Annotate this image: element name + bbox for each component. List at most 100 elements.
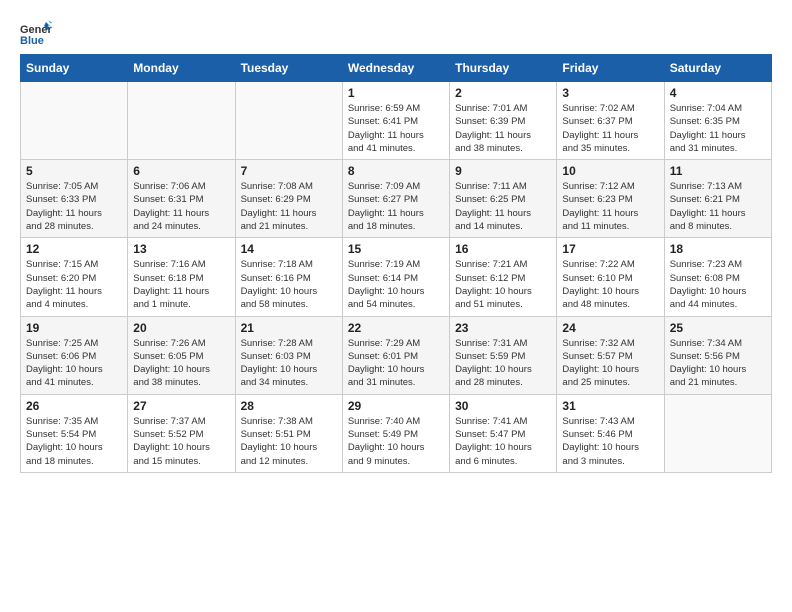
day-info: Sunrise: 7:09 AM Sunset: 6:27 PM Dayligh…: [348, 180, 444, 233]
day-info: Sunrise: 7:04 AM Sunset: 6:35 PM Dayligh…: [670, 102, 766, 155]
day-info: Sunrise: 7:43 AM Sunset: 5:46 PM Dayligh…: [562, 415, 658, 468]
col-header-sunday: Sunday: [21, 55, 128, 82]
day-number: 23: [455, 321, 551, 335]
day-info: Sunrise: 7:19 AM Sunset: 6:14 PM Dayligh…: [348, 258, 444, 311]
day-info: Sunrise: 7:23 AM Sunset: 6:08 PM Dayligh…: [670, 258, 766, 311]
day-number: 15: [348, 242, 444, 256]
col-header-monday: Monday: [128, 55, 235, 82]
day-number: 8: [348, 164, 444, 178]
col-header-thursday: Thursday: [450, 55, 557, 82]
col-header-tuesday: Tuesday: [235, 55, 342, 82]
day-info: Sunrise: 7:08 AM Sunset: 6:29 PM Dayligh…: [241, 180, 337, 233]
day-info: Sunrise: 7:02 AM Sunset: 6:37 PM Dayligh…: [562, 102, 658, 155]
calendar-cell: 17 Sunrise: 7:22 AM Sunset: 6:10 PM Dayli…: [557, 238, 664, 316]
calendar-cell: [21, 82, 128, 160]
svg-text:Blue: Blue: [20, 35, 44, 47]
calendar-cell: [664, 394, 771, 472]
day-number: 26: [26, 399, 122, 413]
calendar-cell: 31 Sunrise: 7:43 AM Sunset: 5:46 PM Dayli…: [557, 394, 664, 472]
day-number: 10: [562, 164, 658, 178]
day-number: 28: [241, 399, 337, 413]
day-info: Sunrise: 7:01 AM Sunset: 6:39 PM Dayligh…: [455, 102, 551, 155]
calendar-cell: 23 Sunrise: 7:31 AM Sunset: 5:59 PM Dayli…: [450, 316, 557, 394]
day-info: Sunrise: 7:16 AM Sunset: 6:18 PM Dayligh…: [133, 258, 229, 311]
calendar-cell: 4Sunrise: 7:04 AM Sunset: 6:35 PM Daylig…: [664, 82, 771, 160]
day-number: 16: [455, 242, 551, 256]
day-number: 18: [670, 242, 766, 256]
day-number: 31: [562, 399, 658, 413]
day-info: Sunrise: 7:26 AM Sunset: 6:05 PM Dayligh…: [133, 337, 229, 390]
day-number: 9: [455, 164, 551, 178]
day-number: 24: [562, 321, 658, 335]
calendar-cell: 30 Sunrise: 7:41 AM Sunset: 5:47 PM Dayli…: [450, 394, 557, 472]
col-header-friday: Friday: [557, 55, 664, 82]
col-header-saturday: Saturday: [664, 55, 771, 82]
day-info: Sunrise: 7:12 AM Sunset: 6:23 PM Dayligh…: [562, 180, 658, 233]
day-info: Sunrise: 7:31 AM Sunset: 5:59 PM Dayligh…: [455, 337, 551, 390]
day-info: Sunrise: 7:32 AM Sunset: 5:57 PM Dayligh…: [562, 337, 658, 390]
day-info: Sunrise: 7:40 AM Sunset: 5:49 PM Dayligh…: [348, 415, 444, 468]
calendar-cell: 5 Sunrise: 7:05 AM Sunset: 6:33 PM Daylig…: [21, 160, 128, 238]
day-info: Sunrise: 7:35 AM Sunset: 5:54 PM Dayligh…: [26, 415, 122, 468]
day-info: Sunrise: 7:34 AM Sunset: 5:56 PM Dayligh…: [670, 337, 766, 390]
calendar-week-row: 19 Sunrise: 7:25 AM Sunset: 6:06 PM Dayli…: [21, 316, 772, 394]
calendar-cell: 15 Sunrise: 7:19 AM Sunset: 6:14 PM Dayli…: [342, 238, 449, 316]
day-info: Sunrise: 7:15 AM Sunset: 6:20 PM Dayligh…: [26, 258, 122, 311]
calendar-cell: 21 Sunrise: 7:28 AM Sunset: 6:03 PM Dayli…: [235, 316, 342, 394]
calendar-cell: 25 Sunrise: 7:34 AM Sunset: 5:56 PM Dayli…: [664, 316, 771, 394]
day-info: Sunrise: 7:13 AM Sunset: 6:21 PM Dayligh…: [670, 180, 766, 233]
calendar-cell: 24 Sunrise: 7:32 AM Sunset: 5:57 PM Dayli…: [557, 316, 664, 394]
day-info: Sunrise: 7:28 AM Sunset: 6:03 PM Dayligh…: [241, 337, 337, 390]
calendar-week-row: 1 Sunrise: 6:59 AM Sunset: 6:41 PM Daylig…: [21, 82, 772, 160]
day-number: 13: [133, 242, 229, 256]
day-info: Sunrise: 7:05 AM Sunset: 6:33 PM Dayligh…: [26, 180, 122, 233]
logo: General Blue: [20, 20, 52, 48]
col-header-wednesday: Wednesday: [342, 55, 449, 82]
day-number: 21: [241, 321, 337, 335]
calendar-cell: 1 Sunrise: 6:59 AM Sunset: 6:41 PM Daylig…: [342, 82, 449, 160]
day-number: 17: [562, 242, 658, 256]
day-info: Sunrise: 7:41 AM Sunset: 5:47 PM Dayligh…: [455, 415, 551, 468]
day-number: 27: [133, 399, 229, 413]
calendar-cell: 8 Sunrise: 7:09 AM Sunset: 6:27 PM Daylig…: [342, 160, 449, 238]
calendar-cell: 3Sunrise: 7:02 AM Sunset: 6:37 PM Daylig…: [557, 82, 664, 160]
header: General Blue: [20, 20, 772, 48]
calendar-cell: 29 Sunrise: 7:40 AM Sunset: 5:49 PM Dayli…: [342, 394, 449, 472]
calendar-cell: 27Sunrise: 7:37 AM Sunset: 5:52 PM Dayli…: [128, 394, 235, 472]
calendar-cell: 10 Sunrise: 7:12 AM Sunset: 6:23 PM Dayli…: [557, 160, 664, 238]
calendar-cell: 26 Sunrise: 7:35 AM Sunset: 5:54 PM Dayli…: [21, 394, 128, 472]
calendar-cell: 19 Sunrise: 7:25 AM Sunset: 6:06 PM Dayli…: [21, 316, 128, 394]
day-number: 30: [455, 399, 551, 413]
day-number: 6: [133, 164, 229, 178]
day-info: Sunrise: 7:25 AM Sunset: 6:06 PM Dayligh…: [26, 337, 122, 390]
calendar-table: SundayMondayTuesdayWednesdayThursdayFrid…: [20, 54, 772, 473]
day-number: 5: [26, 164, 122, 178]
day-info: Sunrise: 7:11 AM Sunset: 6:25 PM Dayligh…: [455, 180, 551, 233]
day-number: 29: [348, 399, 444, 413]
day-info: Sunrise: 7:21 AM Sunset: 6:12 PM Dayligh…: [455, 258, 551, 311]
day-number: 22: [348, 321, 444, 335]
calendar-cell: 14Sunrise: 7:18 AM Sunset: 6:16 PM Dayli…: [235, 238, 342, 316]
calendar-cell: 9 Sunrise: 7:11 AM Sunset: 6:25 PM Daylig…: [450, 160, 557, 238]
day-info: Sunrise: 7:06 AM Sunset: 6:31 PM Dayligh…: [133, 180, 229, 233]
day-number: 19: [26, 321, 122, 335]
calendar-cell: 6 Sunrise: 7:06 AM Sunset: 6:31 PM Daylig…: [128, 160, 235, 238]
calendar-cell: 7 Sunrise: 7:08 AM Sunset: 6:29 PM Daylig…: [235, 160, 342, 238]
day-number: 25: [670, 321, 766, 335]
calendar-header-row: SundayMondayTuesdayWednesdayThursdayFrid…: [21, 55, 772, 82]
day-number: 1: [348, 86, 444, 100]
day-info: Sunrise: 7:22 AM Sunset: 6:10 PM Dayligh…: [562, 258, 658, 311]
calendar-cell: 28 Sunrise: 7:38 AM Sunset: 5:51 PM Dayli…: [235, 394, 342, 472]
day-info: Sunrise: 6:59 AM Sunset: 6:41 PM Dayligh…: [348, 102, 444, 155]
calendar-cell: [235, 82, 342, 160]
day-info: Sunrise: 7:38 AM Sunset: 5:51 PM Dayligh…: [241, 415, 337, 468]
day-number: 14: [241, 242, 337, 256]
calendar-cell: [128, 82, 235, 160]
day-number: 12: [26, 242, 122, 256]
day-number: 7: [241, 164, 337, 178]
calendar-cell: 16 Sunrise: 7:21 AM Sunset: 6:12 PM Dayli…: [450, 238, 557, 316]
day-number: 11: [670, 164, 766, 178]
day-number: 20: [133, 321, 229, 335]
calendar-cell: 18 Sunrise: 7:23 AM Sunset: 6:08 PM Dayli…: [664, 238, 771, 316]
day-number: 2: [455, 86, 551, 100]
